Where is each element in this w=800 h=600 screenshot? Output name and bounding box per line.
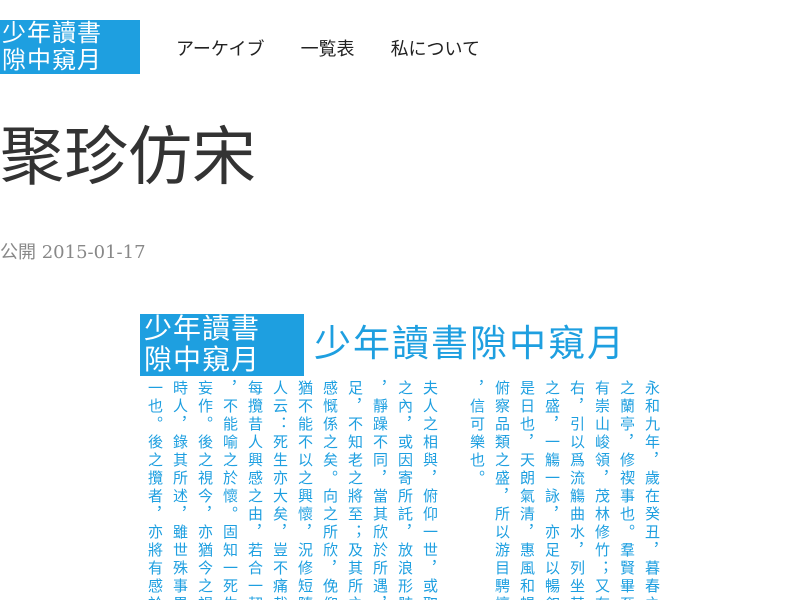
text-column: 足，不知老之將至；及其所之既倦 [346, 380, 364, 600]
site-logo[interactable]: 少年讀書 隙中窺月 [0, 20, 140, 74]
text-column: ，靜躁不同，當其欣於所遇，暫得 [371, 380, 389, 600]
nav-item-about[interactable]: 私について [391, 35, 480, 61]
text-column: ，不能喻之於懷。固知一死生爲虛 [221, 380, 239, 600]
nav-item-archive[interactable]: アーケイブ [176, 35, 265, 61]
text-column: 之蘭亭，修禊事也。羣賢畢至，少 [618, 380, 636, 600]
text-column: 永和九年，歲在癸丑，暮春之初， [643, 380, 660, 600]
text-column: 之盛，一觴一詠，亦足以暢叙幽情 [543, 380, 561, 600]
image-logo-line1: 少年讀書 [144, 314, 261, 345]
post-image: 少年讀書 隙中窺月 少年讀書隙中窺月 永和九年，歲在癸丑，暮春之初， 之蘭亭，修… [140, 310, 660, 600]
post-meta: 公開 2015-01-17 [0, 238, 146, 264]
post-title: 聚珍仿宋 [0, 121, 256, 195]
image-title: 少年讀書隙中窺月 [314, 322, 626, 365]
text-column: 時人，錄其所述，雖世殊事異，所 [171, 380, 189, 600]
text-column: 是日也，天朗氣清，惠風和暢。仰 [518, 380, 536, 600]
text-column: 右，引以爲流觴曲水，列坐其次。 [568, 380, 586, 600]
text-column: 之內，或因寄所託，放浪形骸之外 [396, 380, 414, 600]
text-column: 每攬昔人興感之由，若合一契，未 [246, 380, 264, 600]
text-column: 一也。後之攬者，亦將有感於斯文 [146, 380, 164, 600]
published-date: 2015-01-17 [41, 242, 146, 263]
image-logo: 少年讀書 隙中窺月 [140, 314, 304, 376]
main-nav: アーケイブ 一覧表 私について [176, 35, 480, 61]
text-column: 人云：死生亦大矣，豈不痛哉！ [271, 380, 289, 600]
text-column: 俯察品類之盛，所以游目騁懷，足 [493, 380, 511, 600]
logo-text-line1: 少年讀書 [2, 20, 102, 47]
text-column: 夫人之相與，俯仰一世，或取諸懷 [421, 380, 439, 600]
text-column: 有崇山峻領，茂林修竹；又有清流 [593, 380, 611, 600]
image-logo-line2: 隙中窺月 [144, 343, 261, 376]
text-column [446, 380, 460, 600]
nav-item-list[interactable]: 一覧表 [301, 35, 355, 61]
text-column: 猶不能不以之興懷，況修短隨化， [296, 380, 314, 600]
text-column: ，信可樂也。 [468, 380, 486, 488]
text-column: 感慨係之矣。向之所欣，俛仰之間 [321, 380, 339, 600]
image-text-columns: 永和九年，歲在癸丑，暮春之初， 之蘭亭，修禊事也。羣賢畢至，少 有崇山峻領，茂林… [146, 380, 660, 600]
text-column: 妄作。後之視今，亦猶今之視昔， [196, 380, 214, 600]
published-label: 公開 [0, 242, 36, 263]
logo-text-line2: 隙中窺月 [2, 46, 102, 74]
